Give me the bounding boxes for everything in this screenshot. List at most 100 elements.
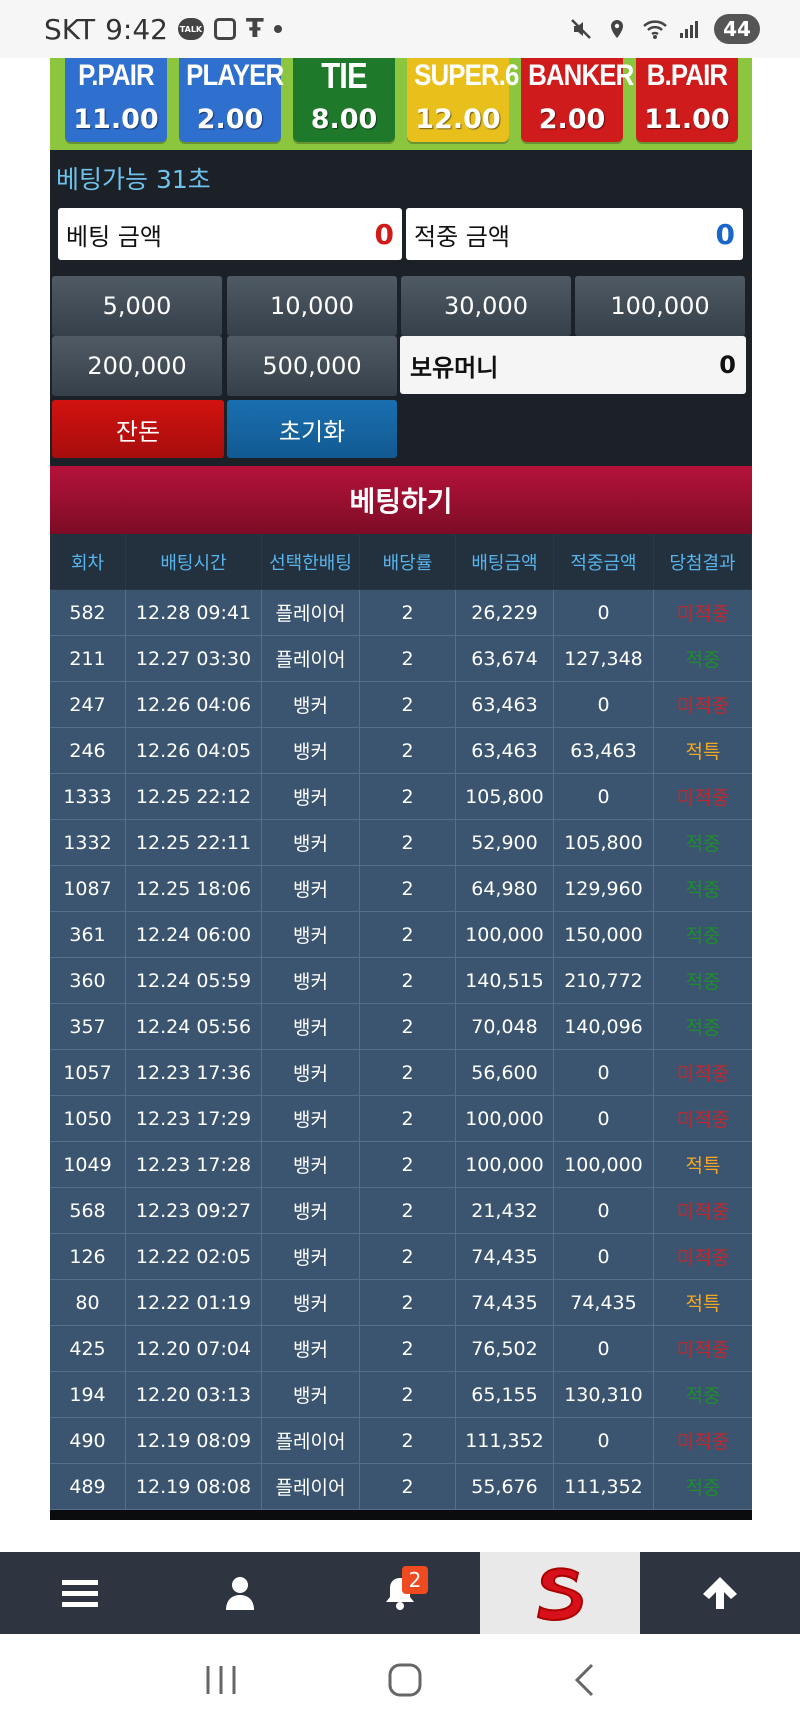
cell-odds: 2 <box>360 866 456 911</box>
table-row: 357 12.24 05:56 뱅커 2 70,048 140,096 적중 <box>50 1004 752 1050</box>
battery-indicator: 44 <box>714 14 760 44</box>
menu-button[interactable] <box>0 1552 160 1634</box>
notification-dot-icon <box>273 25 282 33</box>
cell-selection: 플레이어 <box>262 590 360 635</box>
baccarat-panel: P.PAIR 11.00 PLAYER 2.00 TIE 8.00 SUPER.… <box>50 58 752 1520</box>
cell-time: 12.26 04:05 <box>126 728 262 773</box>
cell-result: 적중 <box>685 649 721 671</box>
cell-bet-amount: 65,155 <box>456 1372 554 1417</box>
cell-bet-amount: 52,900 <box>456 820 554 865</box>
table-row: 211 12.27 03:30 플레이어 2 63,674 127,348 적중 <box>50 636 752 682</box>
cell-odds: 2 <box>360 1234 456 1279</box>
table-row: 247 12.26 04:06 뱅커 2 63,463 0 미적중 <box>50 682 752 728</box>
cell-time: 12.24 06:00 <box>126 912 262 957</box>
cell-odds: 2 <box>360 1418 456 1463</box>
cell-result: 적중 <box>685 971 721 993</box>
chip-5000-button[interactable]: 5,000 <box>52 276 222 336</box>
table-row: 1332 12.25 22:11 뱅커 2 52,900 105,800 적중 <box>50 820 752 866</box>
location-icon <box>606 18 628 40</box>
mute-icon <box>570 18 592 40</box>
cell-result: 적중 <box>685 1385 721 1407</box>
cell-round: 490 <box>50 1418 126 1463</box>
table-row: 568 12.23 09:27 뱅커 2 21,432 0 미적중 <box>50 1188 752 1234</box>
cell-time: 12.19 08:08 <box>126 1464 262 1509</box>
place-bet-button[interactable]: 베팅하기 <box>50 466 752 534</box>
home-icon[interactable] <box>387 1662 423 1707</box>
cell-time: 12.20 07:04 <box>126 1326 262 1371</box>
cell-result: 적중 <box>685 1477 721 1499</box>
cell-win-amount: 0 <box>554 1050 654 1095</box>
cell-time: 12.24 05:56 <box>126 1004 262 1049</box>
odds-player[interactable]: PLAYER 2.00 <box>179 58 284 142</box>
cell-result: 미적중 <box>676 1431 730 1453</box>
odds-super6[interactable]: SUPER.6 12.00 <box>407 58 519 142</box>
cell-win-amount: 0 <box>554 1096 654 1141</box>
cell-round: 246 <box>50 728 126 773</box>
odds-banker[interactable]: BANKER 2.00 <box>521 58 634 142</box>
cell-odds: 2 <box>360 1372 456 1417</box>
odds-value: 12.00 <box>415 104 501 135</box>
recent-apps-icon[interactable] <box>204 1664 238 1705</box>
odds-b-pair[interactable]: B.PAIR 11.00 <box>636 58 738 142</box>
notification-button[interactable]: 2 <box>320 1552 480 1634</box>
cell-selection: 뱅커 <box>262 1188 360 1233</box>
cell-result: 적중 <box>685 1017 721 1039</box>
chip-200000-button[interactable]: 200,000 <box>52 336 222 396</box>
cell-selection: 뱅커 <box>262 1234 360 1279</box>
chip-10000-button[interactable]: 10,000 <box>227 276 397 336</box>
odds-name: SUPER.6 <box>414 59 519 92</box>
cell-time: 12.25 22:12 <box>126 774 262 819</box>
cell-time: 12.27 03:30 <box>126 636 262 681</box>
cell-win-amount: 130,310 <box>554 1372 654 1417</box>
odds-tie[interactable]: TIE 8.00 <box>293 58 395 142</box>
chip-30000-button[interactable]: 30,000 <box>401 276 571 336</box>
scroll-top-button[interactable] <box>640 1552 800 1634</box>
table-row: 246 12.26 04:05 뱅커 2 63,463 63,463 적특 <box>50 728 752 774</box>
odds-value: 11.00 <box>644 104 730 135</box>
cell-odds: 2 <box>360 1188 456 1233</box>
odds-value: 2.00 <box>196 104 264 135</box>
cell-round: 247 <box>50 682 126 727</box>
bet-amount-value: 0 <box>374 217 394 251</box>
header-selection: 선택한배팅 <box>262 534 360 589</box>
cell-time: 12.22 02:05 <box>126 1234 262 1279</box>
bet-history-table: 회차 배팅시간 선택한배팅 배당률 배팅금액 적중금액 당첨결과 582 12.2… <box>50 534 752 1510</box>
user-icon <box>226 1577 254 1610</box>
table-row: 1333 12.25 22:12 뱅커 2 105,800 0 미적중 <box>50 774 752 820</box>
cell-win-amount: 0 <box>554 590 654 635</box>
cell-bet-amount: 100,000 <box>456 1142 554 1187</box>
cell-bet-amount: 140,515 <box>456 958 554 1003</box>
cell-bet-amount: 74,435 <box>456 1280 554 1325</box>
cell-selection: 뱅커 <box>262 1142 360 1187</box>
cell-round: 211 <box>50 636 126 681</box>
cell-win-amount: 74,435 <box>554 1280 654 1325</box>
chip-500000-button[interactable]: 500,000 <box>227 336 397 396</box>
cell-selection: 뱅커 <box>262 774 360 819</box>
cell-odds: 2 <box>360 774 456 819</box>
cell-result: 적특 <box>685 1293 721 1315</box>
cell-odds: 2 <box>360 682 456 727</box>
cell-round: 1049 <box>50 1142 126 1187</box>
cell-time: 12.19 08:09 <box>126 1418 262 1463</box>
user-button[interactable] <box>160 1552 320 1634</box>
reset-button[interactable]: 초기화 <box>227 400 397 458</box>
change-button[interactable]: 잔돈 <box>52 400 224 458</box>
cell-result: 미적중 <box>676 603 730 625</box>
header-round: 회차 <box>50 534 126 589</box>
cell-win-amount: 0 <box>554 1234 654 1279</box>
odds-p-pair[interactable]: P.PAIR 11.00 <box>65 58 167 142</box>
cell-bet-amount: 100,000 <box>456 912 554 957</box>
carrier-label: SKT <box>44 12 96 46</box>
odds-value: 8.00 <box>310 104 378 135</box>
cell-odds: 2 <box>360 1464 456 1509</box>
cell-selection: 플레이어 <box>262 1418 360 1463</box>
chip-100000-button[interactable]: 100,000 <box>575 276 745 336</box>
table-row: 489 12.19 08:08 플레이어 2 55,676 111,352 적중 <box>50 1464 752 1510</box>
cell-result: 미적중 <box>676 1063 730 1085</box>
cell-odds: 2 <box>360 636 456 681</box>
back-icon[interactable] <box>572 1662 596 1707</box>
win-amount-value: 0 <box>715 217 735 251</box>
cell-round: 80 <box>50 1280 126 1325</box>
tt-icon: Ŧ <box>245 14 264 44</box>
home-logo-button[interactable] <box>480 1552 640 1634</box>
